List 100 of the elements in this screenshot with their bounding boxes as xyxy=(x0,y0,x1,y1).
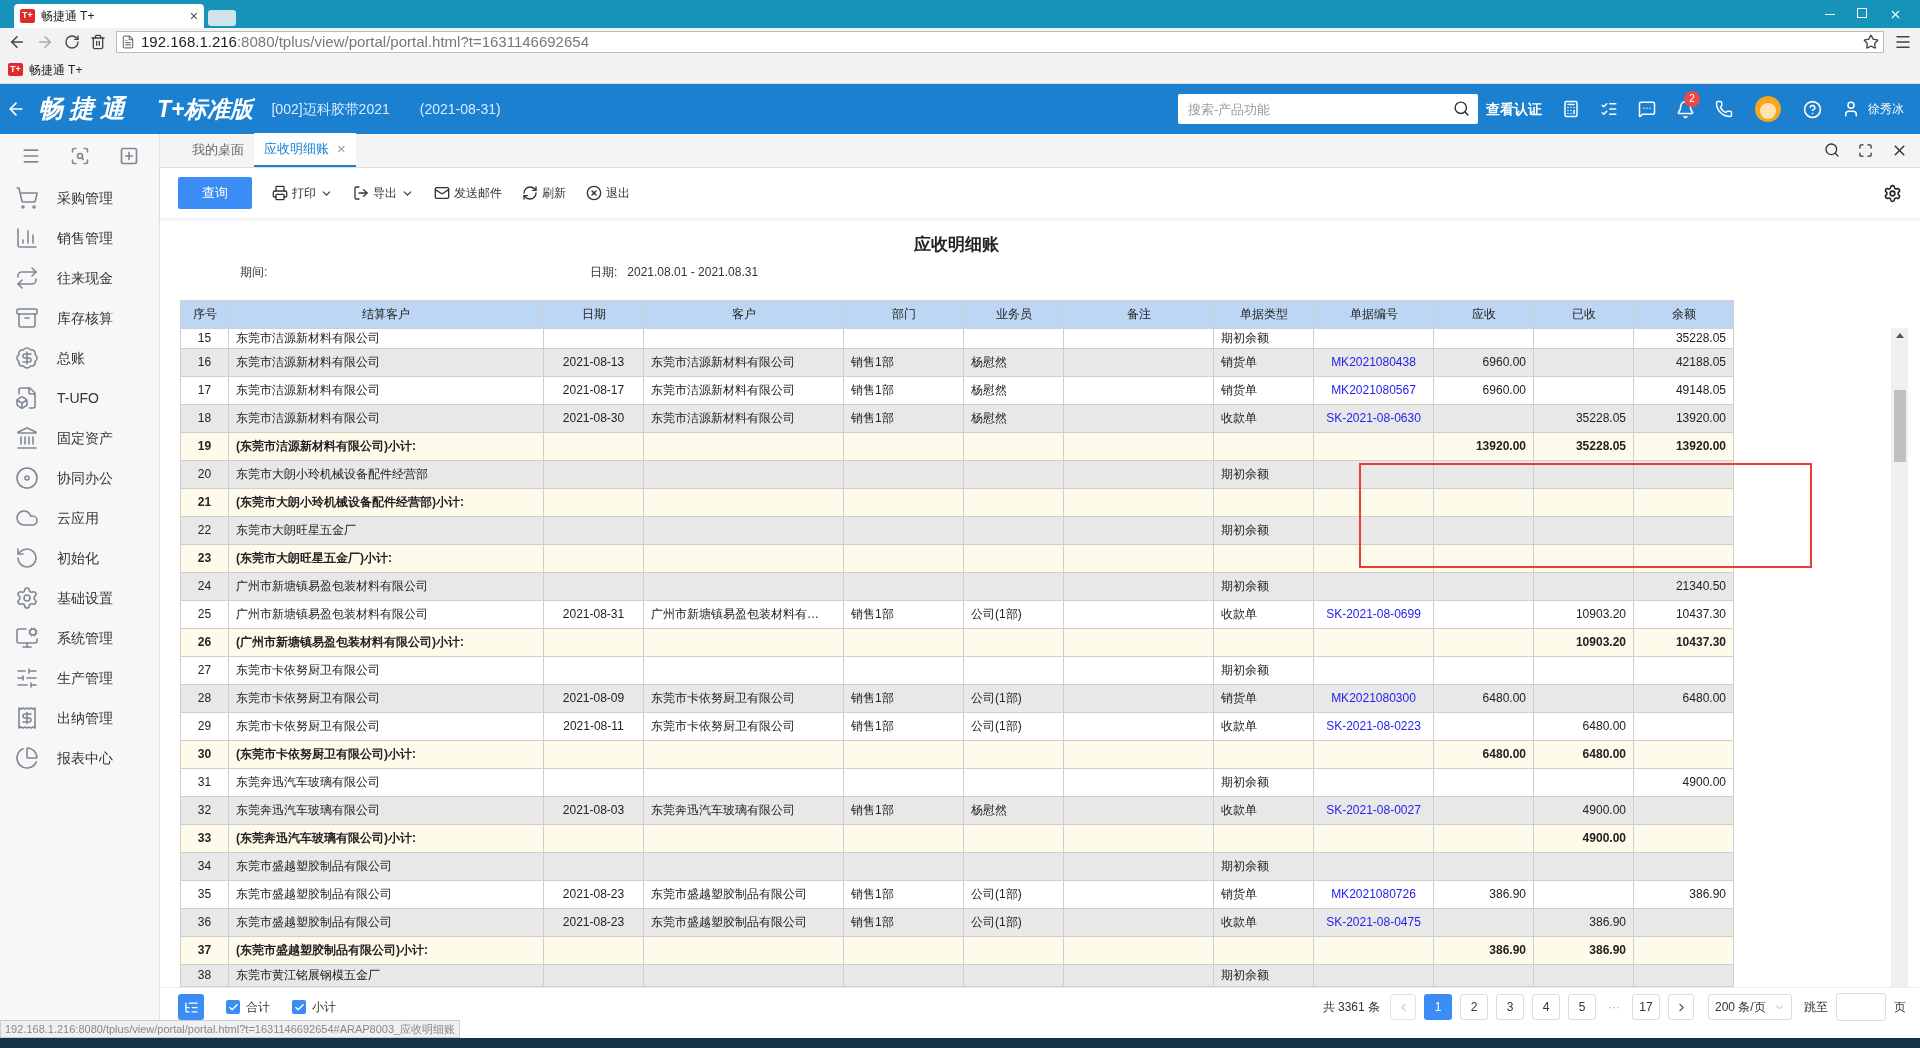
table-cell: (东莞市盛越塑胶制品有限公司)小计: xyxy=(229,936,544,964)
export-icon xyxy=(353,185,369,201)
checklist-icon[interactable] xyxy=(1600,100,1618,118)
table-cell: 东莞市卡依努厨卫有限公司 xyxy=(229,684,544,712)
settings-icon[interactable] xyxy=(1883,183,1902,203)
table-cell: 28 xyxy=(181,684,229,712)
money-bag-icon xyxy=(15,346,39,370)
scrollbar[interactable] xyxy=(1891,328,1908,987)
sidebar-item[interactable]: 出纳管理 xyxy=(0,698,159,738)
table-cell: 13920.00 xyxy=(1634,404,1734,432)
document-link[interactable]: MK2021080726 xyxy=(1331,885,1416,903)
table-cell: 2021-08-23 xyxy=(544,908,644,936)
table-cell: 东莞市黄江铭展钢模五金厂 xyxy=(229,964,544,986)
table-cell: 20 xyxy=(181,460,229,488)
table-cell: 收款单 xyxy=(1214,404,1314,432)
page-tab[interactable]: 应收明细账 × xyxy=(254,133,356,167)
scroll-thumb[interactable] xyxy=(1893,390,1906,462)
sidebar-item[interactable]: 生产管理 xyxy=(0,658,159,698)
user-name[interactable]: 徐秀冰 xyxy=(1868,100,1904,118)
table-cell: 42188.05 xyxy=(1634,348,1734,376)
column-header: 备注 xyxy=(1064,300,1214,328)
page-button[interactable]: 4 xyxy=(1532,994,1560,1020)
trash-icon[interactable] xyxy=(90,34,106,50)
document-link[interactable]: SK-2021-08-0223 xyxy=(1326,717,1421,735)
sidebar-item[interactable]: 固定资产 xyxy=(0,418,159,458)
page-button[interactable]: 2 xyxy=(1460,994,1488,1020)
sidebar-item[interactable]: 系统管理 xyxy=(0,618,159,658)
table-cell: 东莞市盛越塑胶制品有限公司 xyxy=(229,852,544,880)
search-field[interactable]: 搜索-产品功能 xyxy=(1178,94,1478,124)
verify-link[interactable]: 查看认证 xyxy=(1486,98,1542,120)
checkbox[interactable] xyxy=(226,1000,240,1014)
toolbar-button[interactable]: 发送邮件 xyxy=(434,184,502,202)
sidebar-item[interactable]: 初始化 xyxy=(0,538,159,578)
cart-icon xyxy=(15,186,39,210)
star-icon[interactable] xyxy=(1863,34,1879,50)
sidebar-item[interactable]: T-UFO xyxy=(0,378,159,418)
checkbox-option[interactable]: 合计 xyxy=(226,998,270,1016)
search-icon[interactable] xyxy=(1824,142,1840,158)
mascot-avatar-icon[interactable] xyxy=(1753,94,1783,124)
restore-icon[interactable] xyxy=(1857,7,1867,18)
table-cell: 期初余额 xyxy=(1214,572,1314,600)
column-header: 业务员 xyxy=(964,300,1064,328)
help-icon[interactable] xyxy=(1803,99,1822,119)
scroll-up-arrow-icon[interactable] xyxy=(1895,333,1904,338)
sidebar-item[interactable]: 云应用 xyxy=(0,498,159,538)
tree-toggle-button[interactable] xyxy=(178,994,204,1020)
page-input[interactable] xyxy=(1836,993,1886,1021)
document-link[interactable]: MK2021080567 xyxy=(1331,381,1416,399)
back-icon[interactable] xyxy=(8,33,26,51)
toolbar-button[interactable]: 退出 xyxy=(586,184,630,202)
table-cell: 37 xyxy=(181,936,229,964)
settings-icon xyxy=(15,586,39,610)
column-header: 余额 xyxy=(1634,300,1734,328)
table-cell: 35228.05 xyxy=(1534,432,1634,460)
sidebar-item[interactable]: 采购管理 xyxy=(0,178,159,218)
toolbar-button[interactable]: 导出 xyxy=(353,184,414,202)
checkbox-option[interactable]: 小计 xyxy=(292,998,336,1016)
page-size-select[interactable]: 200 条/页 xyxy=(1708,994,1792,1020)
reload-icon[interactable] xyxy=(64,34,80,50)
table-cell: 10437.30 xyxy=(1634,628,1734,656)
page-button[interactable]: 17 xyxy=(1632,994,1660,1020)
page-button[interactable]: 5 xyxy=(1568,994,1596,1020)
bookmark-link[interactable]: 畅捷通 T+ xyxy=(28,60,83,79)
sidebar-item[interactable]: 往来现金 xyxy=(0,258,159,298)
page-button[interactable]: 3 xyxy=(1496,994,1524,1020)
calculator-icon[interactable] xyxy=(1562,100,1580,118)
date-label: (2021-08-31) xyxy=(419,99,501,119)
sidebar-item[interactable]: 总账 xyxy=(0,338,159,378)
browser-tab[interactable]: T+ 畅捷通 T+ × xyxy=(14,4,204,28)
table-cell: 6480.00 xyxy=(1634,684,1734,712)
sidebar-item[interactable]: 协同办公 xyxy=(0,458,159,498)
page-tab[interactable]: 我的桌面 xyxy=(182,133,254,167)
table-cell: 销售1部 xyxy=(844,404,964,432)
message-icon[interactable] xyxy=(1638,100,1656,118)
add-icon[interactable] xyxy=(118,146,139,166)
table-cell: 6960.00 xyxy=(1434,348,1534,376)
sidebar-item[interactable]: 库存核算 xyxy=(0,298,159,338)
table-cell: 16 xyxy=(181,348,229,376)
sidebar-item[interactable]: 基础设置 xyxy=(0,578,159,618)
table-cell: 公司(1部) xyxy=(964,908,1064,936)
search-icon[interactable] xyxy=(1453,100,1470,117)
column-header: 结算客户 xyxy=(229,300,544,328)
table-cell: 4900.00 xyxy=(1534,796,1634,824)
table-cell: 34 xyxy=(181,852,229,880)
fullscreen-icon[interactable] xyxy=(1858,142,1873,158)
table-cell: 东莞奔迅汽车玻璃有限公司 xyxy=(229,796,544,824)
sidebar-item[interactable]: 销售管理 xyxy=(0,218,159,258)
phone-icon[interactable] xyxy=(1715,100,1733,118)
checkbox[interactable] xyxy=(292,1000,306,1014)
close-icon[interactable]: × xyxy=(189,5,198,27)
toolbar-button[interactable]: 打印 xyxy=(272,184,333,202)
menu-icon[interactable] xyxy=(1894,33,1912,51)
table-cell: (东莞市洁源新材料有限公司)小计: xyxy=(229,432,544,460)
address-field[interactable]: 192.168.1.216:8080/tplus/view/portal/portal.html?t=1631146692654 xyxy=(116,31,1884,53)
minimize-icon[interactable] xyxy=(1825,13,1835,15)
user-icon[interactable] xyxy=(1842,100,1860,118)
sidebar-item[interactable]: 报表中心 xyxy=(0,738,159,778)
document-link[interactable]: SK-2021-08-0699 xyxy=(1326,605,1421,623)
toolbar-button[interactable]: 刷新 xyxy=(522,184,566,202)
table-cell: 期初余额 xyxy=(1214,852,1314,880)
